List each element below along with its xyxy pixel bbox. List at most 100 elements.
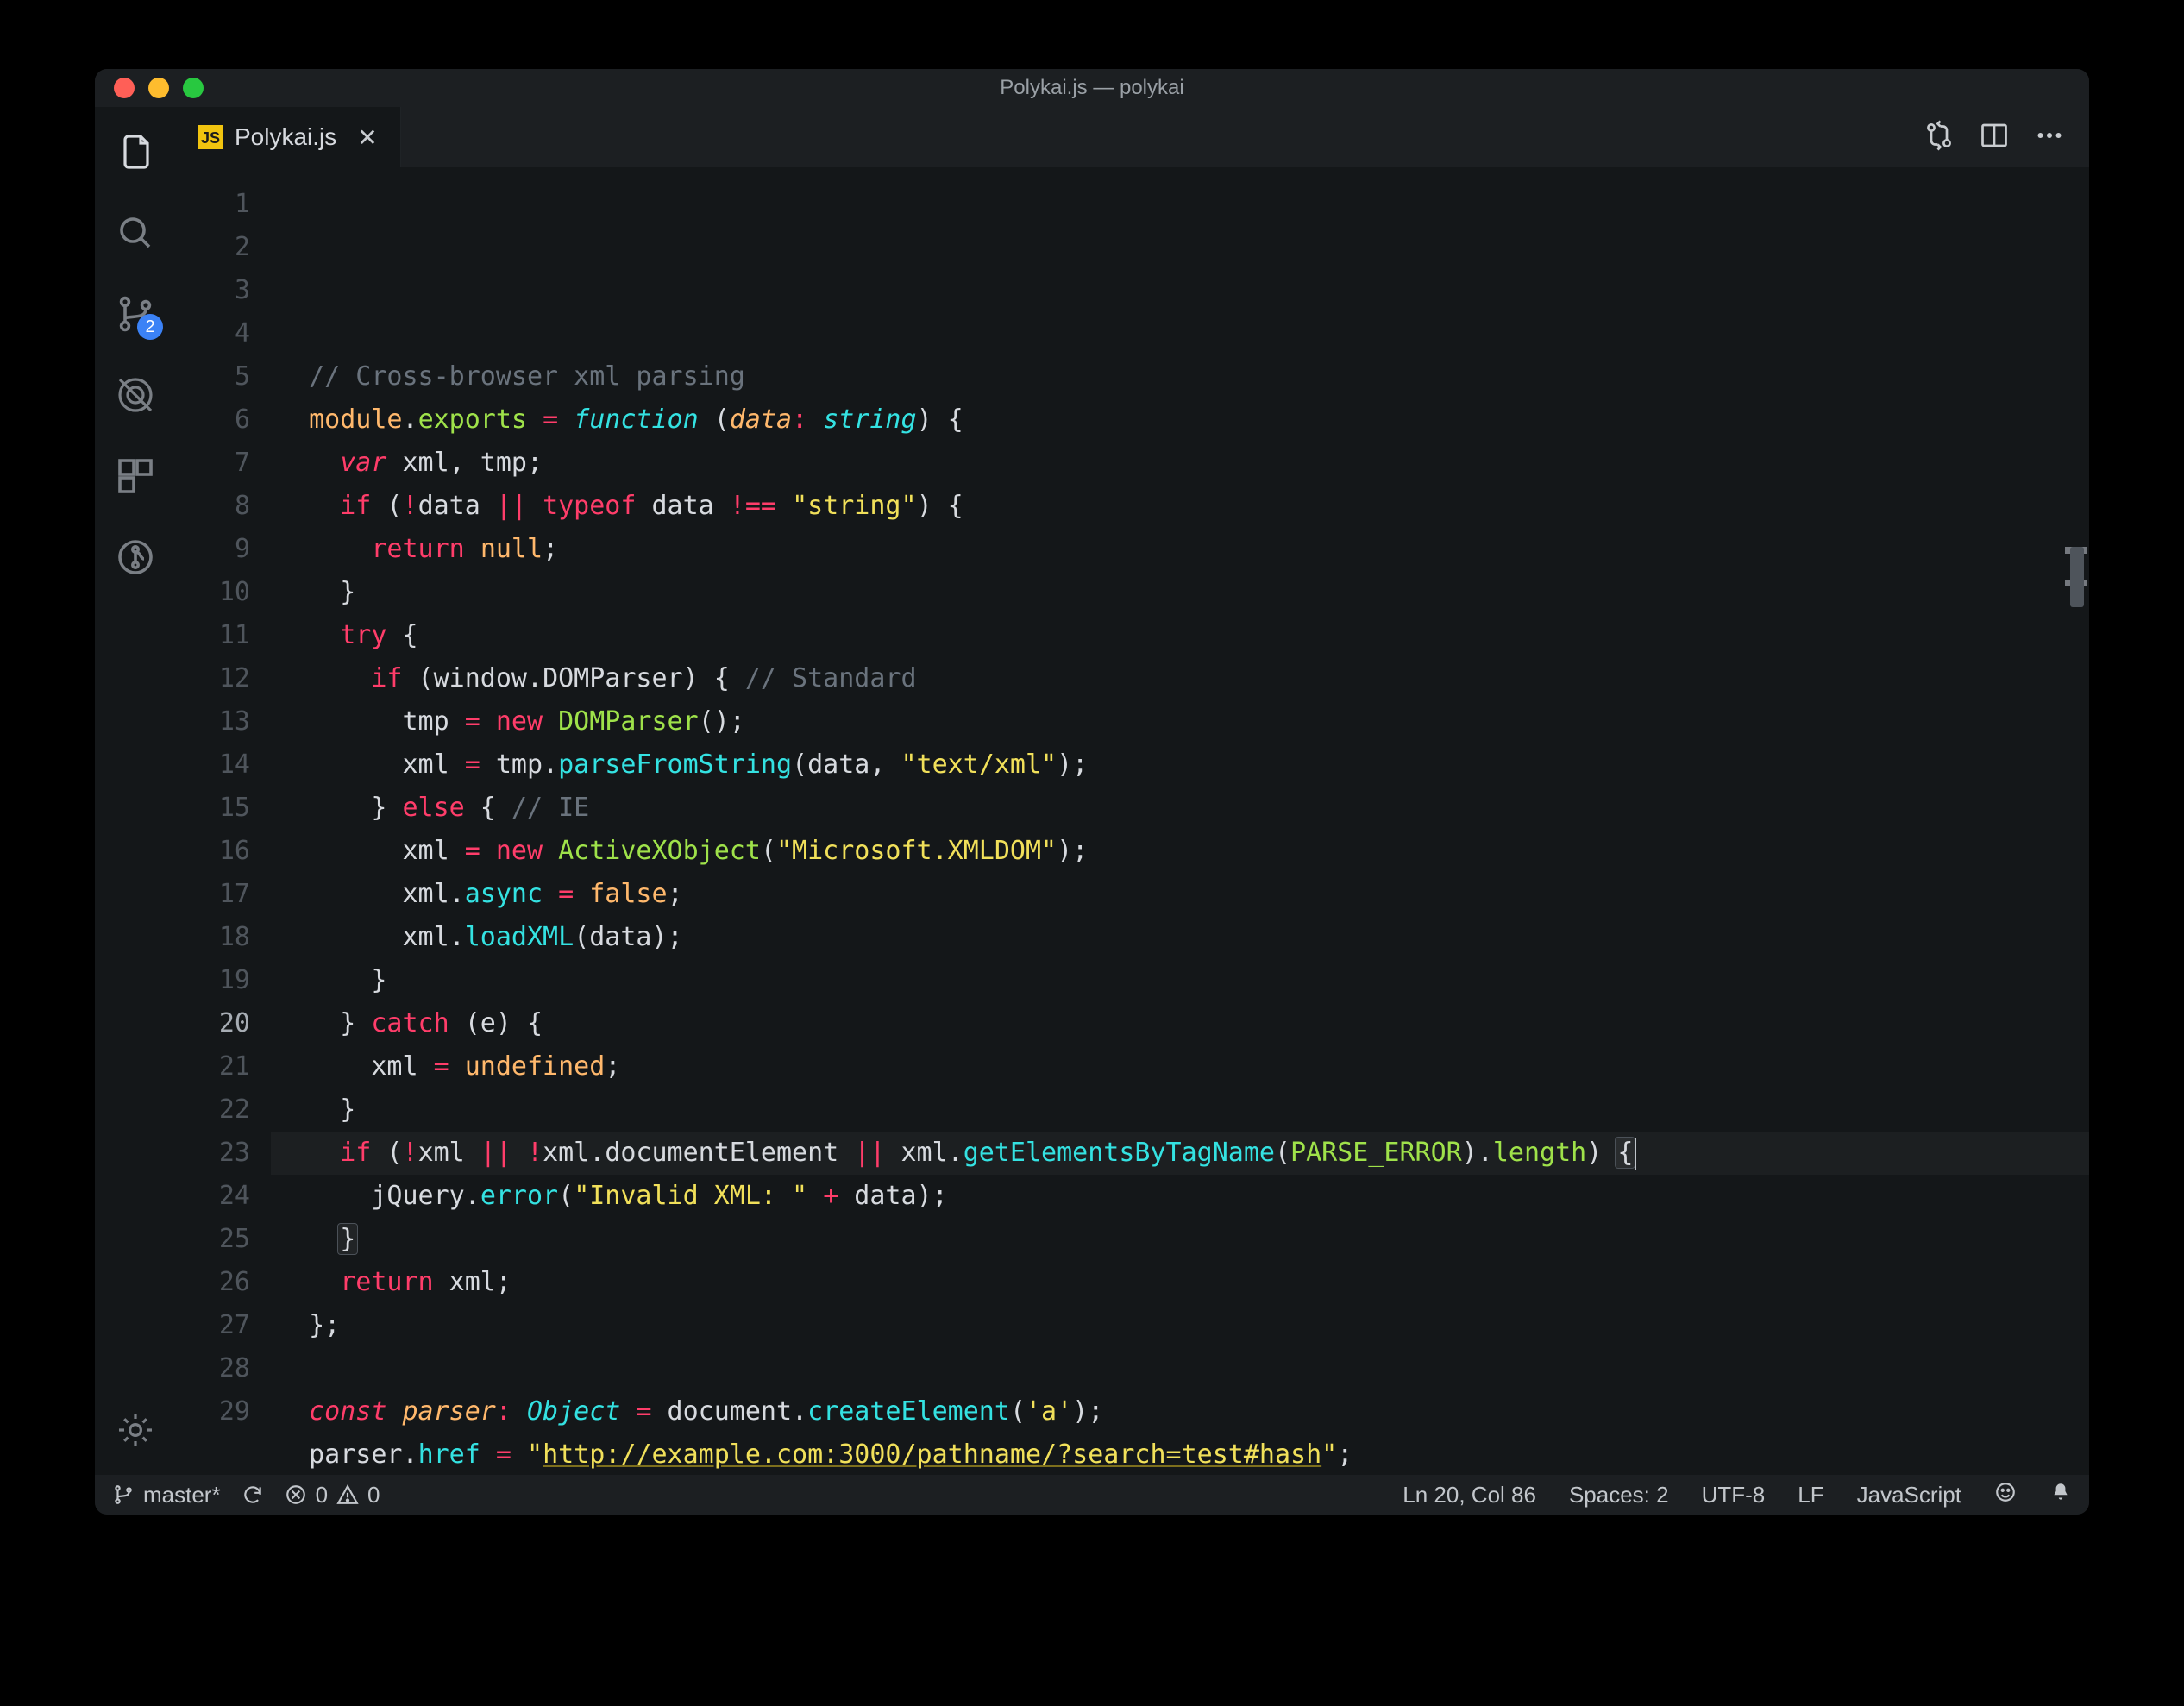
code-line[interactable]: } — [278, 1218, 2089, 1261]
code-line[interactable]: return null; — [278, 528, 2089, 571]
git-compare-icon — [1924, 120, 1955, 151]
code-line[interactable]: try { — [278, 614, 2089, 657]
code-line[interactable]: } catch (e) { — [278, 1002, 2089, 1045]
code-line[interactable]: jQuery.error("Invalid XML: " + data); — [278, 1175, 2089, 1218]
code-line[interactable]: } — [278, 1088, 2089, 1132]
line-number: 6 — [176, 398, 250, 442]
code-line[interactable]: module.exports = function (data: string)… — [278, 398, 2089, 442]
window-title: Polykai.js — polykai — [95, 76, 2089, 100]
line-number: 7 — [176, 442, 250, 485]
code-line[interactable] — [278, 312, 2089, 355]
warning-count: 0 — [367, 1482, 380, 1508]
code-line[interactable]: xml.loadXML(data); — [278, 916, 2089, 959]
code-line[interactable] — [278, 1347, 2089, 1390]
line-number: 2 — [176, 226, 250, 269]
line-number: 18 — [176, 916, 250, 959]
activity-git-graph[interactable] — [115, 536, 156, 578]
status-encoding[interactable]: UTF-8 — [1702, 1482, 1766, 1508]
sync-icon — [242, 1483, 264, 1506]
code-area[interactable]: // Cross-browser xml parsing module.expo… — [271, 167, 2089, 1475]
activity-source-control[interactable]: 2 — [115, 293, 156, 335]
code-line[interactable]: } else { // IE — [278, 787, 2089, 830]
status-feedback[interactable] — [1994, 1481, 2017, 1509]
status-indentation[interactable]: Spaces: 2 — [1569, 1482, 1669, 1508]
tab-close-button[interactable]: ✕ — [357, 123, 377, 152]
split-editor-button[interactable] — [1979, 120, 2010, 155]
activity-explorer[interactable] — [115, 131, 156, 172]
code-line[interactable]: xml.async = false; — [278, 873, 2089, 916]
branch-icon — [112, 1483, 135, 1506]
smiley-icon — [1994, 1481, 2017, 1503]
files-icon — [115, 131, 156, 172]
line-number: 17 — [176, 873, 250, 916]
titlebar: Polykai.js — polykai — [95, 69, 2089, 107]
traffic-lights — [95, 78, 204, 98]
status-bar: master* 0 0 Ln 20, Col 86 Spaces: 2 UTF-… — [95, 1475, 2089, 1515]
tab-polykai-js[interactable]: JS Polykai.js ✕ — [176, 107, 401, 167]
warning-icon — [336, 1483, 359, 1506]
line-number: 29 — [176, 1390, 250, 1433]
window-close-button[interactable] — [114, 78, 135, 98]
line-number-gutter: 1234567891011121314151617181920212223242… — [176, 167, 271, 1475]
line-number: 19 — [176, 959, 250, 1002]
line-number: 5 — [176, 355, 250, 398]
activity-search[interactable] — [115, 212, 156, 254]
tab-label: Polykai.js — [235, 123, 336, 151]
code-line[interactable]: var xml, tmp; — [278, 442, 2089, 485]
code-line[interactable]: xml = tmp.parseFromString(data, "text/xm… — [278, 743, 2089, 787]
code-line[interactable]: if (!data || typeof data !== "string") { — [278, 485, 2089, 528]
text-editor[interactable]: 1234567891011121314151617181920212223242… — [176, 167, 2089, 1475]
editor-actions — [1924, 107, 2089, 167]
code-line[interactable]: const parser: Object = document.createEl… — [278, 1390, 2089, 1433]
git-circle-icon — [115, 536, 156, 578]
bug-icon — [115, 374, 156, 416]
code-line[interactable]: return xml; — [278, 1261, 2089, 1304]
activity-bar: 2 — [95, 107, 176, 1475]
split-horizontal-icon — [1979, 120, 2010, 151]
status-cursor-position[interactable]: Ln 20, Col 86 — [1403, 1482, 1536, 1508]
ellipsis-icon — [2034, 120, 2065, 151]
code-line[interactable]: if (!xml || !xml.documentElement || xml.… — [278, 1132, 2089, 1175]
status-eol[interactable]: LF — [1798, 1482, 1823, 1508]
line-number: 28 — [176, 1347, 250, 1390]
activity-debug[interactable] — [115, 374, 156, 416]
gear-icon — [115, 1409, 156, 1451]
editor-group: JS Polykai.js ✕ — [176, 107, 2089, 1475]
line-number: 4 — [176, 312, 250, 355]
status-sync[interactable] — [242, 1483, 264, 1506]
code-line[interactable]: } — [278, 959, 2089, 1002]
code-line[interactable]: // Cross-browser xml parsing — [278, 355, 2089, 398]
line-number: 23 — [176, 1132, 250, 1175]
status-branch[interactable]: master* — [112, 1482, 221, 1508]
line-number: 16 — [176, 830, 250, 873]
line-number: 24 — [176, 1175, 250, 1218]
activity-settings[interactable] — [115, 1409, 156, 1451]
line-number: 25 — [176, 1218, 250, 1261]
line-number: 12 — [176, 657, 250, 700]
compare-changes-button[interactable] — [1924, 120, 1955, 155]
code-line[interactable]: tmp = new DOMParser(); — [278, 700, 2089, 743]
status-language[interactable]: JavaScript — [1857, 1482, 1961, 1508]
code-line[interactable]: } — [278, 571, 2089, 614]
code-line[interactable]: xml = new ActiveXObject("Microsoft.XMLDO… — [278, 830, 2089, 873]
activity-extensions[interactable] — [115, 455, 156, 497]
code-line[interactable]: }; — [278, 1304, 2089, 1347]
code-line[interactable]: xml = undefined; — [278, 1045, 2089, 1088]
code-line[interactable]: if (window.DOMParser) { // Standard — [278, 657, 2089, 700]
code-line[interactable]: parser.href = "http://example.com:3000/p… — [278, 1433, 2089, 1475]
line-number: 13 — [176, 700, 250, 743]
app-window: Polykai.js — polykai 2 — [95, 69, 2089, 1515]
text-cursor — [1635, 1138, 1636, 1170]
line-number: 21 — [176, 1045, 250, 1088]
window-minimize-button[interactable] — [148, 78, 169, 98]
status-notifications[interactable] — [2049, 1481, 2072, 1509]
line-number: 1 — [176, 183, 250, 226]
window-zoom-button[interactable] — [183, 78, 204, 98]
status-problems[interactable]: 0 0 — [285, 1482, 380, 1508]
search-icon — [115, 212, 156, 254]
more-actions-button[interactable] — [2034, 120, 2065, 155]
line-number: 8 — [176, 485, 250, 528]
branch-name: master* — [143, 1482, 221, 1508]
line-number: 14 — [176, 743, 250, 787]
error-icon — [285, 1483, 307, 1506]
